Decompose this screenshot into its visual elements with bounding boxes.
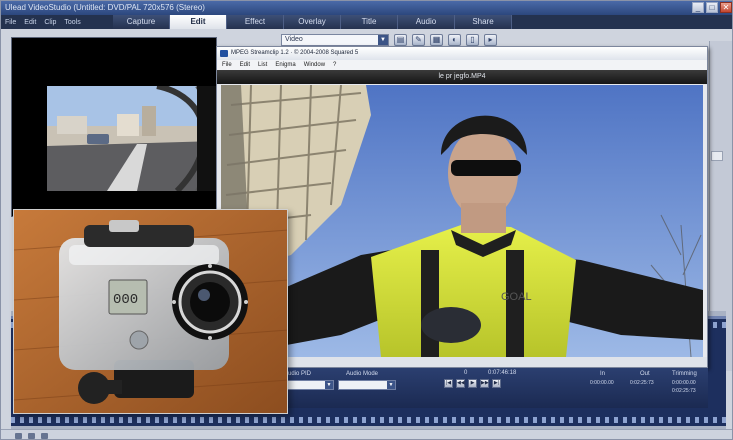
player-menu-help[interactable]: ?	[333, 60, 336, 70]
player-menu-file[interactable]: File	[222, 60, 232, 70]
menu-edit[interactable]: Edit	[20, 19, 40, 26]
minimize-button[interactable]: _	[692, 2, 704, 13]
out-label: Out	[640, 371, 650, 377]
go-end-icon[interactable]: ▶|	[492, 379, 501, 388]
file-name-bar: le pr jegfo.MP4	[217, 70, 707, 84]
fit-icon[interactable]	[41, 432, 48, 439]
player-status	[217, 357, 707, 367]
fast-forward-icon[interactable]: ▶▶	[480, 379, 489, 388]
menu-file[interactable]: File	[1, 19, 20, 26]
player-menu-list[interactable]: List	[258, 60, 267, 70]
tab-overlay[interactable]: Overlay	[284, 15, 341, 29]
tab-edit[interactable]: Edit	[170, 15, 227, 29]
player-menu-window[interactable]: Window	[304, 60, 325, 70]
edit-icon[interactable]: ✎	[412, 34, 425, 46]
preview-panel	[11, 37, 217, 217]
chevron-down-icon: ▼	[387, 381, 395, 389]
film-perforations-bottom	[11, 417, 726, 423]
player-menu-bar: File Edit List Enigma Window ?	[217, 60, 707, 70]
arrow-icon[interactable]: ▸	[484, 34, 497, 46]
globe-icon[interactable]: ◐	[448, 34, 461, 46]
tab-title[interactable]: Title	[341, 15, 398, 29]
zoom-in-icon[interactable]	[15, 432, 22, 439]
tab-capture[interactable]: Capture	[113, 15, 170, 29]
app-title: Ulead VideoStudio (Untitled: DVD/PAL 720…	[5, 3, 205, 12]
audio-pid-label: Audio PID	[284, 371, 312, 377]
trim-value-1: 0:00:00.00	[672, 380, 696, 386]
go-start-icon[interactable]: |◀	[444, 379, 453, 388]
audio-mode-select[interactable]: ▼	[338, 380, 396, 390]
close-button[interactable]: ✕	[720, 2, 732, 13]
current-time: 0:07:46:18	[488, 370, 517, 376]
mpeg-streamclip-window: MPEG Streamclip 1.2 · © 2004-2008 Square…	[216, 46, 708, 368]
chevron-down-icon: ▼	[378, 35, 388, 45]
grid-icon[interactable]: ▦	[430, 34, 443, 46]
tab-audio[interactable]: Audio	[398, 15, 455, 29]
maximize-button[interactable]: □	[706, 2, 718, 13]
zoom-out-icon[interactable]	[28, 432, 35, 439]
in-label: In	[600, 371, 606, 377]
player-menu-edit[interactable]: Edit	[240, 60, 250, 70]
file-name: le pr jegfo.MP4	[438, 73, 486, 80]
status-bar	[1, 429, 732, 439]
video-frame: GOAL	[221, 85, 703, 357]
svg-text:GOAL: GOAL	[501, 291, 532, 303]
window-controls: _ □ ✕	[692, 2, 732, 13]
frame-label: 0	[464, 370, 468, 376]
trimming-label: Trimming	[672, 371, 697, 377]
transport-controls: |◀ ◀◀ ▶ ▶▶ ▶|	[444, 379, 501, 388]
folder-icon[interactable]: ▤	[394, 34, 407, 46]
app-title-bar: Ulead VideoStudio (Untitled: DVD/PAL 720…	[1, 1, 732, 15]
edit-controls: Audio PID ▼ Audio Mode ▼ 0 0:07:46:18 |◀…	[216, 368, 708, 408]
trim-value-2: 0:02:25:73	[672, 388, 696, 394]
audio-mode-label: Audio Mode	[346, 371, 379, 377]
library-toolbar: Video ▼ ▤ ✎ ▦ ◐ ▯ ▸	[281, 34, 497, 46]
play-icon[interactable]: ▶	[468, 379, 477, 388]
chevron-down-icon: ▼	[325, 381, 333, 389]
scroll-thumb[interactable]	[711, 151, 723, 161]
player-title-bar: MPEG Streamclip 1.2 · © 2004-2008 Square…	[217, 47, 707, 60]
player-menu-enigma[interactable]: Enigma	[275, 60, 295, 70]
library-combo[interactable]: Video ▼	[281, 34, 389, 46]
out-value: 0:02:25:73	[630, 380, 654, 386]
page-icon[interactable]: ▯	[466, 34, 479, 46]
player-title: MPEG Streamclip 1.2 · © 2004-2008 Square…	[231, 50, 359, 56]
menu-tools[interactable]: Tools	[60, 19, 84, 26]
menu-clip[interactable]: Clip	[40, 19, 60, 26]
step-tabs: Capture Edit Effect Overlay Title Audio …	[113, 15, 512, 29]
svg-text:000: 000	[113, 292, 138, 308]
tab-effect[interactable]: Effect	[227, 15, 284, 29]
app-icon	[220, 50, 228, 57]
menu-bar: File Edit Clip Tools Capture Edit Effect…	[1, 15, 732, 29]
tab-share[interactable]: Share	[455, 15, 512, 29]
rewind-icon[interactable]: ◀◀	[456, 379, 465, 388]
in-value: 0:00:00.00	[590, 380, 614, 386]
camera-photo: 000	[13, 209, 288, 414]
library-combo-value: Video	[285, 36, 303, 43]
preview-thumbnail	[47, 86, 217, 191]
